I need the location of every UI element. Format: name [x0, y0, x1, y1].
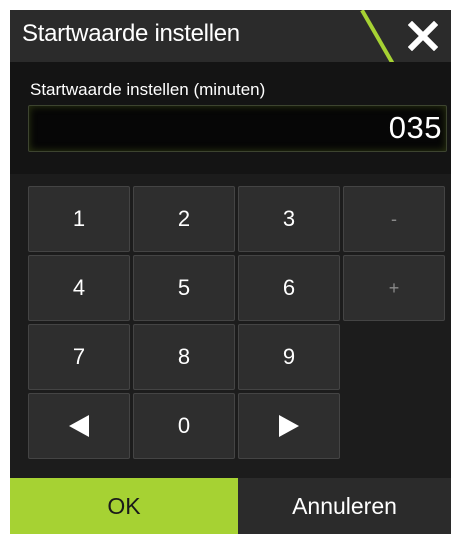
- cursor-right-button[interactable]: [238, 393, 340, 459]
- cursor-left-button[interactable]: [28, 393, 130, 459]
- accent-divider: [360, 10, 396, 67]
- keypad: 1 2 3 - 4 5 6 + 7 8 9 0: [10, 174, 451, 474]
- close-icon: [407, 21, 438, 51]
- value-text: 035: [388, 110, 442, 145]
- title-bar: Startwaarde instellen: [10, 10, 451, 67]
- key-5[interactable]: 5: [133, 255, 235, 321]
- cancel-button[interactable]: Annuleren: [238, 478, 451, 534]
- key-plus[interactable]: +: [343, 255, 445, 321]
- footer: OK Annuleren: [10, 478, 451, 534]
- key-2[interactable]: 2: [133, 186, 235, 252]
- arrow-right-icon: [279, 415, 299, 437]
- value-field[interactable]: 035: [28, 105, 447, 152]
- input-label: Startwaarde instellen (minuten): [30, 80, 266, 99]
- key-4[interactable]: 4: [28, 255, 130, 321]
- key-7[interactable]: 7: [28, 324, 130, 390]
- ok-button[interactable]: OK: [10, 478, 238, 534]
- key-9[interactable]: 9: [238, 324, 340, 390]
- key-minus[interactable]: -: [343, 186, 445, 252]
- close-button[interactable]: [394, 10, 451, 62]
- arrow-left-icon: [69, 415, 89, 437]
- key-8[interactable]: 8: [133, 324, 235, 390]
- key-1[interactable]: 1: [28, 186, 130, 252]
- key-6[interactable]: 6: [238, 255, 340, 321]
- input-section: Startwaarde instellen (minuten) 035: [10, 62, 451, 174]
- set-start-value-dialog: Startwaarde instellen Startwaarde instel…: [10, 10, 451, 534]
- key-0[interactable]: 0: [133, 393, 235, 459]
- dialog-title: Startwaarde instellen: [22, 20, 240, 47]
- key-3[interactable]: 3: [238, 186, 340, 252]
